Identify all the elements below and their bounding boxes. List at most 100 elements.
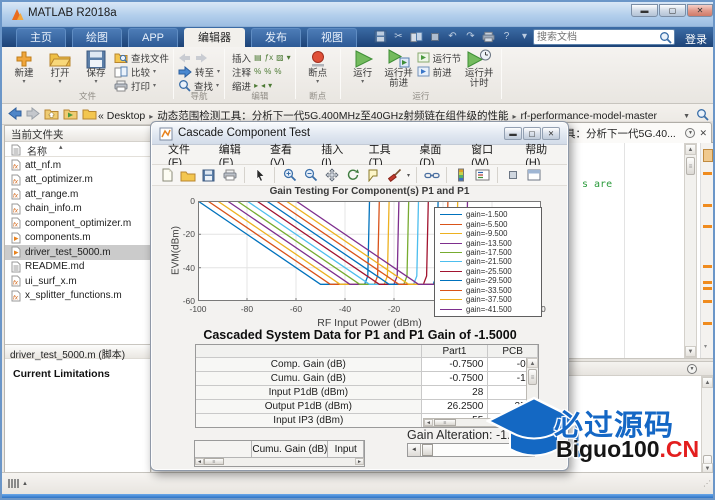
- gain-table-header-cell[interactable]: Cumu. Gain (dB): [252, 441, 328, 457]
- ribbon-button-打开[interactable]: 打开▾: [42, 49, 78, 85]
- table-cell-part1[interactable]: -0.7500: [422, 372, 489, 385]
- scroll-left-icon[interactable]: ◄: [195, 458, 204, 465]
- file-row-components.m[interactable]: components.m: [5, 231, 150, 246]
- gain-table-header-cell[interactable]: Input: [328, 441, 364, 457]
- tab-close-icon[interactable]: ✕: [699, 128, 707, 139]
- panel-menu-icon[interactable]: ▼: [687, 364, 697, 374]
- tab-绘图[interactable]: 绘图: [72, 28, 122, 47]
- help-icon[interactable]: ?: [500, 30, 513, 43]
- tab-视图[interactable]: 视图: [307, 28, 357, 47]
- indent-mini-icon[interactable]: ◂: [261, 81, 265, 90]
- legend-entry[interactable]: gain=-33.500: [440, 286, 536, 294]
- slider-thumb[interactable]: [422, 444, 433, 456]
- table-row[interactable]: Output P1dB (dBm)26.250025.7: [196, 400, 538, 414]
- scroll-left-icon[interactable]: ◄: [424, 419, 433, 426]
- ribbon-button-运行[interactable]: 运行▾: [345, 49, 381, 85]
- ribbon-button-运行并前进[interactable]: 运行并前进: [381, 49, 417, 89]
- ribbon-button-保存[interactable]: 保存▾: [78, 49, 114, 85]
- file-row-att_range.m[interactable]: fxatt_range.m: [5, 187, 150, 202]
- editor-tab[interactable]: 具：分析下一代5G.40... ▼ ✕: [560, 122, 712, 143]
- table-scroll-thumb[interactable]: ≡: [528, 369, 537, 385]
- scroll-down-icon[interactable]: ▼: [527, 419, 538, 428]
- paste-icon[interactable]: [428, 30, 441, 43]
- search-input[interactable]: [537, 30, 657, 44]
- ribbon-button-运行并计时[interactable]: 运行并计时: [461, 49, 497, 89]
- legend-entry[interactable]: gain=-13.500: [440, 239, 536, 247]
- plot-legend[interactable]: gain=-1.500gain=-5.500gain=-9.500gain=-1…: [434, 207, 542, 317]
- insertfx-mini-icon[interactable]: ▾: [287, 53, 291, 62]
- legend-entry[interactable]: gain=-21.500: [440, 258, 536, 266]
- cascade-data-table[interactable]: Part1PCBComp. Gain (dB)-0.7500-0.5Cumu. …: [195, 344, 539, 428]
- table-row[interactable]: Comp. Gain (dB)-0.7500-0.5: [196, 358, 538, 372]
- insertfx-mini-icon[interactable]: ƒx: [265, 53, 273, 62]
- insert-legend-icon[interactable]: [474, 167, 491, 184]
- file-row-ui_surf_x.m[interactable]: fxui_surf_x.m: [5, 274, 150, 289]
- analyzer-marker-icon[interactable]: [703, 300, 712, 303]
- legend-entry[interactable]: gain=-1.500: [440, 211, 536, 219]
- analyzer-marker-icon[interactable]: [703, 322, 712, 325]
- scroll-up-icon[interactable]: ▲: [702, 377, 713, 388]
- new-doc-icon[interactable]: [158, 167, 175, 184]
- comment-mini-icon[interactable]: %: [264, 67, 271, 76]
- analyzer-marker-icon[interactable]: [703, 225, 712, 228]
- search-icon[interactable]: [659, 31, 672, 47]
- print-icon[interactable]: [482, 30, 495, 43]
- window-icon[interactable]: [525, 167, 542, 184]
- table-row[interactable]: Input P1dB (dBm)28: [196, 386, 538, 400]
- folder-up-icon[interactable]: [44, 108, 59, 120]
- file-row-att_nf.m[interactable]: fxatt_nf.m: [5, 158, 150, 173]
- gain-table-scrollbar[interactable]: ◄ ≡ ►: [195, 457, 364, 466]
- ribbon-button-查找文件[interactable]: 查找文件: [114, 51, 169, 64]
- ribbon-button-断点[interactable]: 断点▾: [300, 49, 336, 85]
- rotate-3d-icon[interactable]: [344, 167, 361, 184]
- file-row-x_splitter_functions.m[interactable]: fxx_splitter_functions.m: [5, 289, 150, 304]
- breadcrumb-item[interactable]: « Desktop: [98, 110, 145, 122]
- insertfx-mini-icon[interactable]: ▨: [276, 53, 284, 62]
- ribbon-button-插入[interactable]: 插入▤ƒx▨▾: [229, 51, 291, 64]
- undo-icon[interactable]: ↶: [446, 30, 459, 43]
- analyzer-summary-icon[interactable]: [703, 149, 713, 162]
- ribbon-button-navarrows[interactable]: [178, 51, 220, 64]
- file-row-chain_info.m[interactable]: fxchain_info.m: [5, 202, 150, 217]
- slider-left-icon[interactable]: ◄: [408, 444, 421, 456]
- table-cell-part1[interactable]: 28: [422, 386, 489, 399]
- tab-发布[interactable]: 发布: [251, 28, 301, 47]
- close-button[interactable]: ✕: [687, 4, 713, 17]
- scroll-up-icon[interactable]: ▲: [685, 144, 696, 155]
- gain-table-header-cell[interactable]: [195, 441, 252, 457]
- indent-mini-icon[interactable]: ▾: [268, 81, 272, 90]
- gain-table-scroll-thumb[interactable]: ≡: [204, 458, 224, 465]
- ribbon-button-比较[interactable]: 比较▾: [114, 65, 169, 78]
- file-row-component_optimizer.m[interactable]: fxcomponent_optimizer.m: [5, 216, 150, 231]
- redo-icon[interactable]: ↷: [464, 30, 477, 43]
- dropdown-icon[interactable]: ▾: [407, 172, 410, 179]
- current-folder-header[interactable]: 当前文件夹: [5, 126, 150, 142]
- copy-icon[interactable]: [410, 30, 423, 43]
- minimize-button[interactable]: ▬: [631, 4, 658, 17]
- tab-menu-icon[interactable]: ▼: [685, 128, 695, 138]
- pan-icon[interactable]: [323, 167, 340, 184]
- sign-in-link[interactable]: 登录: [685, 31, 707, 47]
- resize-grip[interactable]: ⋰: [703, 479, 711, 488]
- zoom-in-icon[interactable]: [281, 167, 298, 184]
- table-hscroll-thumb[interactable]: ≡: [434, 419, 456, 426]
- legend-entry[interactable]: gain=-29.500: [440, 277, 536, 285]
- ribbon-button-运行节[interactable]: 运行节: [417, 51, 462, 64]
- analyzer-marker-icon[interactable]: [703, 204, 712, 207]
- print-icon[interactable]: [221, 167, 238, 184]
- comment-mini-icon[interactable]: %: [274, 67, 281, 76]
- doc-search-box[interactable]: [533, 29, 675, 45]
- link-plot-icon[interactable]: [423, 167, 440, 184]
- legend-entry[interactable]: gain=-5.500: [440, 220, 536, 228]
- ribbon-button-转至[interactable]: 转至▾: [178, 65, 220, 78]
- comment-mini-icon[interactable]: %: [254, 67, 261, 76]
- tab-编辑器[interactable]: 编辑器: [184, 28, 245, 47]
- data-cursor-icon[interactable]: [365, 167, 382, 184]
- dock-icon[interactable]: [504, 167, 521, 184]
- legend-entry[interactable]: gain=-41.500: [440, 305, 536, 313]
- editor-scroll-thumb[interactable]: ≡: [686, 157, 695, 175]
- indent-mini-icon[interactable]: ▸: [254, 81, 258, 90]
- zoom-out-icon[interactable]: [302, 167, 319, 184]
- file-row-driver_test_5000.m[interactable]: driver_test_5000.m: [5, 245, 150, 260]
- tab-主页[interactable]: 主页: [16, 28, 66, 47]
